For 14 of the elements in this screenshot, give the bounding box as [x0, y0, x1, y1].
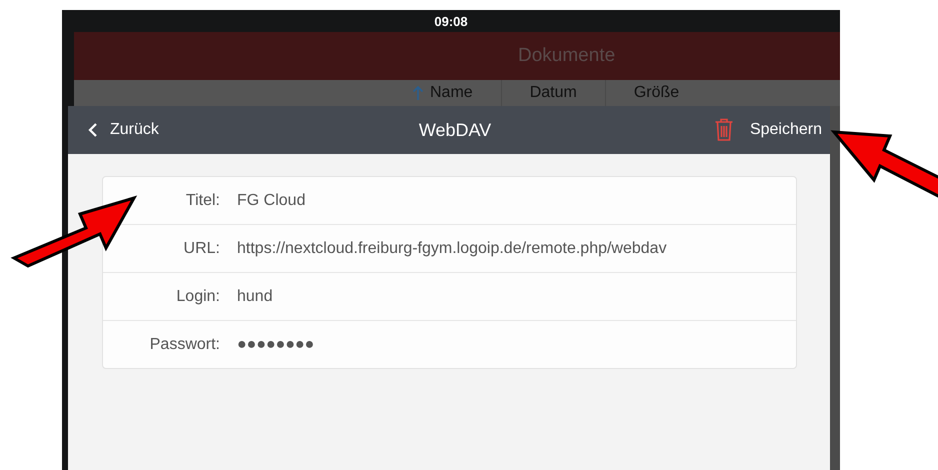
field-label: Passwort: — [148, 336, 220, 354]
status-time: 09:08 — [434, 14, 468, 28]
input-field[interactable]: FG Cloud — [237, 192, 306, 210]
back-button[interactable]: Zurück — [88, 121, 159, 139]
input-field[interactable]: https://nextcloud.freiburg-fgym.logoip.de/remote.php/webdav — [237, 240, 667, 258]
field-label: Login: — [175, 288, 220, 306]
chevron-left-icon — [88, 122, 98, 138]
trash-icon[interactable] — [714, 118, 734, 142]
save-button[interactable]: Speichern — [750, 121, 822, 139]
field-label: Titel: — [184, 192, 220, 210]
input-field[interactable]: hund — [237, 288, 273, 306]
field-label: URL: — [182, 240, 220, 258]
input-field[interactable]: ●●●●●●●● — [237, 336, 314, 354]
dialog-title: WebDAV — [418, 120, 492, 140]
